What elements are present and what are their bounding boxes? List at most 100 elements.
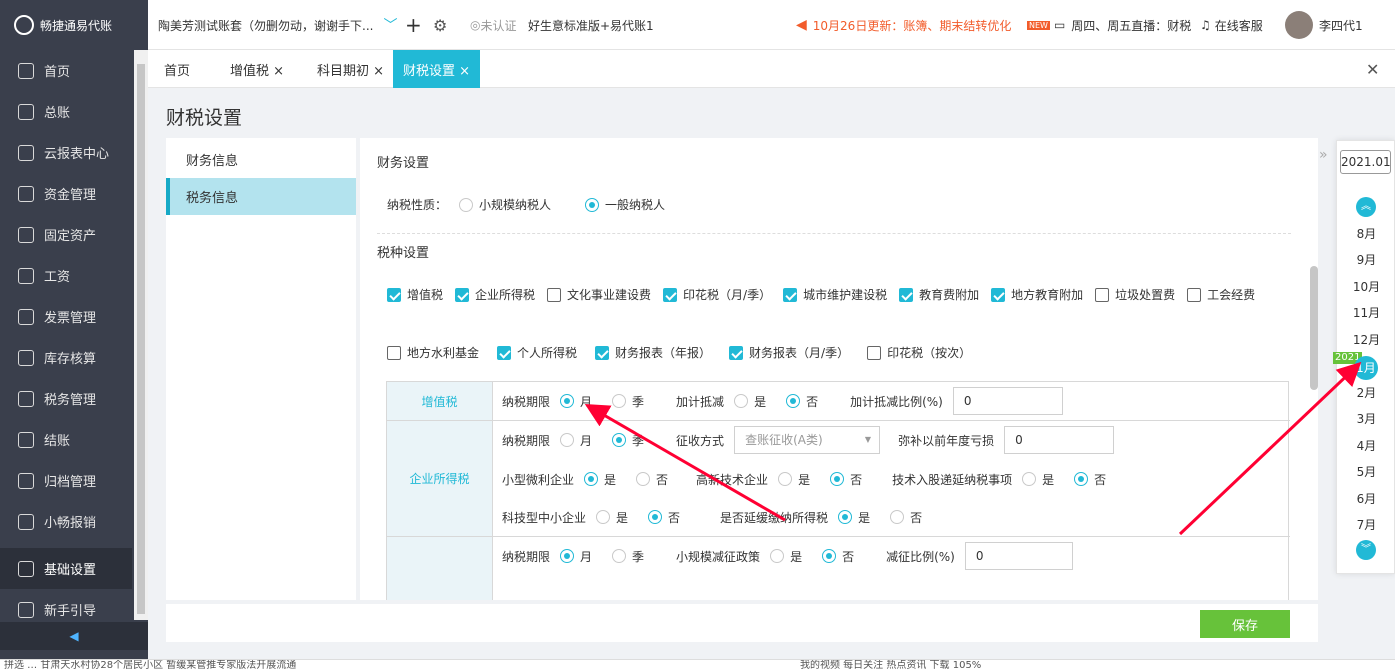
- month-item[interactable]: 2月: [1337, 384, 1395, 401]
- divider: [387, 420, 1290, 421]
- nav-finance-info[interactable]: 财务信息: [166, 141, 356, 178]
- radio-tech-yes[interactable]: [1022, 472, 1037, 486]
- gear-icon[interactable]: ⚙: [433, 0, 447, 50]
- cit-row-3: 科技型中小企业 是 否 是否延缓缴纳所得税 是 否: [502, 510, 923, 525]
- loss-input[interactable]: 0: [1004, 426, 1115, 454]
- radio-vat-deduct-yes[interactable]: [734, 394, 749, 408]
- radio-small-no[interactable]: [636, 472, 651, 486]
- checkbox-water-fund[interactable]: [387, 345, 401, 360]
- radio-reduce-yes[interactable]: [770, 549, 785, 563]
- radio-small-yes[interactable]: [584, 472, 599, 486]
- checkbox-iit[interactable]: [497, 345, 512, 360]
- month-item[interactable]: 3月: [1337, 410, 1395, 427]
- tab-home[interactable]: 首页: [164, 50, 190, 88]
- tab-tax-settings[interactable]: 财税设置 ×: [393, 50, 481, 88]
- account-selector[interactable]: 陶美芳测试账套（勿删勿动，谢谢手下... ﹀: [158, 0, 397, 50]
- sidebar-item-inventory[interactable]: 库存核算: [0, 337, 132, 378]
- panel-scrollbar[interactable]: [1310, 266, 1318, 390]
- asset-icon: [18, 226, 34, 243]
- checkbox-local-education[interactable]: [991, 287, 1006, 302]
- sidebar-item-close[interactable]: 结账: [0, 419, 132, 460]
- sidebar-item-assets[interactable]: 固定资产: [0, 214, 132, 255]
- radio-tsme-yes[interactable]: [596, 510, 611, 524]
- month-item[interactable]: 7月: [1337, 516, 1395, 533]
- live-notice[interactable]: NEW ▭ 周四、周五直播：财税: [1027, 0, 1191, 50]
- radio-hitech-yes[interactable]: [778, 472, 793, 486]
- checkbox-garbage-fee[interactable]: [1095, 287, 1110, 302]
- radio-cit-quarter[interactable]: [612, 433, 627, 447]
- user-menu[interactable]: 李四代1: [1285, 0, 1363, 50]
- add-button[interactable]: +: [405, 0, 422, 50]
- checkbox-report-monthly[interactable]: [729, 345, 744, 360]
- scrollbar-thumb[interactable]: [137, 64, 145, 614]
- month-item[interactable]: 11月: [1337, 304, 1395, 321]
- checkbox-education[interactable]: [899, 287, 914, 302]
- month-item[interactable]: 5月: [1337, 463, 1395, 480]
- current-period[interactable]: 2021.01: [1340, 150, 1391, 174]
- month-item[interactable]: 8月: [1337, 225, 1395, 242]
- tab-opening[interactable]: 科目期初 ×: [317, 50, 384, 88]
- sidebar-item-salary[interactable]: 工资: [0, 255, 132, 296]
- checkbox-cit[interactable]: [455, 287, 470, 302]
- scroll-down-button[interactable]: ︾: [1356, 540, 1376, 560]
- sidebar-item-invoice[interactable]: 发票管理: [0, 296, 132, 337]
- radio-tsme-no[interactable]: [648, 510, 663, 524]
- sidebar-item-archive[interactable]: 归档管理: [0, 460, 132, 501]
- checkbox-report-annual[interactable]: [595, 345, 610, 360]
- month-item[interactable]: 9月: [1337, 251, 1395, 268]
- radio-tech-no[interactable]: [1074, 472, 1089, 486]
- month-item[interactable]: 4月: [1337, 437, 1395, 454]
- service-link[interactable]: ♫ 在线客服: [1200, 0, 1263, 50]
- tab-vat[interactable]: 增值税 ×: [230, 50, 284, 88]
- radio-general-taxpayer[interactable]: [585, 197, 600, 212]
- checkbox-culture-fee[interactable]: [547, 287, 562, 302]
- avatar: [1285, 11, 1313, 39]
- month-item[interactable]: 10月: [1337, 278, 1395, 295]
- row-name-cit: 企业所得税: [387, 421, 493, 536]
- checkbox-stamp-monthly[interactable]: [663, 287, 678, 302]
- radio-small-scale[interactable]: [459, 197, 474, 212]
- radio-cit-month[interactable]: [560, 433, 575, 447]
- month-item[interactable]: 6月: [1337, 490, 1395, 507]
- expand-dock-icon[interactable]: »: [1319, 147, 1328, 163]
- logo[interactable]: 畅捷通易代账: [0, 0, 148, 50]
- nav-tax-info[interactable]: 税务信息: [166, 178, 356, 215]
- product-name: 好生意标准版+易代账1: [528, 18, 654, 33]
- sidebar-item-settings[interactable]: 基础设置: [0, 548, 132, 589]
- month-item-current[interactable]: 1月: [1354, 356, 1378, 380]
- close-icon[interactable]: ✕: [1366, 50, 1379, 88]
- sidebar-item-funds[interactable]: 资金管理: [0, 173, 132, 214]
- tab-bar: 首页 增值税 × 科目期初 × 财税设置 × ✕: [148, 50, 1395, 88]
- radio-vat-quarter[interactable]: [612, 394, 627, 408]
- sidebar-item-report[interactable]: 云报表中心: [0, 132, 132, 173]
- checkbox-stamp-per-use[interactable]: [867, 345, 882, 360]
- radio-third-quarter[interactable]: [612, 549, 627, 563]
- vat-ratio-input[interactable]: 0: [952, 387, 1063, 415]
- radio-third-month[interactable]: [560, 549, 575, 563]
- vat-row: 纳税期限 月 季 加计抵减 是 否 加计抵减比例(%) 0: [502, 387, 1063, 415]
- sidebar-item-reimburse[interactable]: 小畅报销: [0, 501, 132, 542]
- chevron-down-icon: ﹀: [383, 18, 398, 34]
- radio-reduce-no[interactable]: [822, 549, 837, 563]
- sidebar-item-home[interactable]: 首页: [0, 50, 132, 91]
- warehouse-icon: [18, 349, 34, 366]
- reduce-rate-input[interactable]: 0: [964, 542, 1073, 570]
- checkbox-urban-tax[interactable]: [783, 287, 798, 302]
- sidebar-scrollbar[interactable]: [134, 50, 148, 620]
- radio-hitech-no[interactable]: [830, 472, 845, 486]
- scroll-up-button[interactable]: ︽: [1356, 197, 1376, 217]
- collapse-sidebar-button[interactable]: ◀: [0, 622, 148, 650]
- checkbox-union-fee[interactable]: [1187, 287, 1202, 302]
- month-item[interactable]: 12月: [1337, 331, 1395, 348]
- radio-vat-deduct-no[interactable]: [786, 394, 801, 408]
- collect-method-select[interactable]: 查账征收(A类) ▼: [734, 426, 881, 454]
- sidebar-item-tax[interactable]: 税务管理: [0, 378, 132, 419]
- checkbox-vat[interactable]: [387, 287, 401, 302]
- radio-defer-no[interactable]: [890, 510, 905, 524]
- settings-nav: 财务信息 税务信息: [166, 138, 356, 600]
- radio-vat-month[interactable]: [560, 394, 575, 408]
- sidebar-item-ledger[interactable]: 总账: [0, 91, 132, 132]
- save-button[interactable]: 保存: [1200, 610, 1290, 638]
- radio-defer-yes[interactable]: [838, 510, 853, 524]
- update-notice[interactable]: ◀ 10月26日更新：账簿、期末结转优化: [796, 0, 1011, 50]
